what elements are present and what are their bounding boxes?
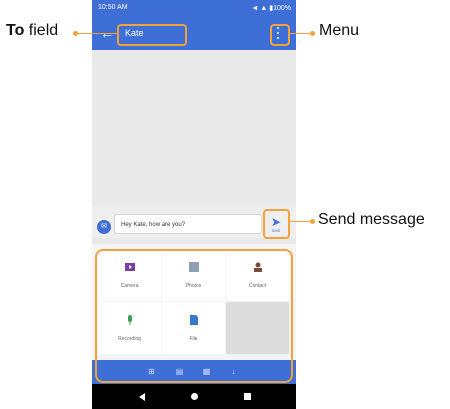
nav-home-icon[interactable] <box>191 393 198 400</box>
callout-box-menu <box>270 24 290 46</box>
callout-send-message: Send message <box>318 211 425 228</box>
callout-line <box>76 33 119 34</box>
status-bar: 10:50 AM ◄ ▲ ▮100% <box>92 0 296 16</box>
callout-box-send <box>263 209 290 239</box>
status-time: 10:50 AM <box>98 4 128 11</box>
system-nav-bar <box>92 384 296 409</box>
callout-box-attachments <box>95 249 293 383</box>
callout-to-bold: To <box>6 22 25 39</box>
callout-to-field: To field <box>6 22 58 40</box>
message-input[interactable]: Hey Kate, how are you? <box>114 214 262 234</box>
status-indicators: ◄ ▲ ▮100% <box>251 5 291 12</box>
nav-back-icon[interactable] <box>139 393 145 401</box>
callout-menu: Menu <box>319 22 360 39</box>
callout-to-rest: field <box>24 22 59 39</box>
conversation-area <box>92 50 296 206</box>
callout-line <box>290 33 312 34</box>
callout-dot <box>310 31 315 36</box>
callout-dot <box>310 219 315 224</box>
callout-box-to-field <box>117 24 187 46</box>
callout-line <box>290 221 312 222</box>
nav-recent-icon[interactable] <box>244 393 251 400</box>
message-icon[interactable]: ✉ <box>97 220 111 234</box>
